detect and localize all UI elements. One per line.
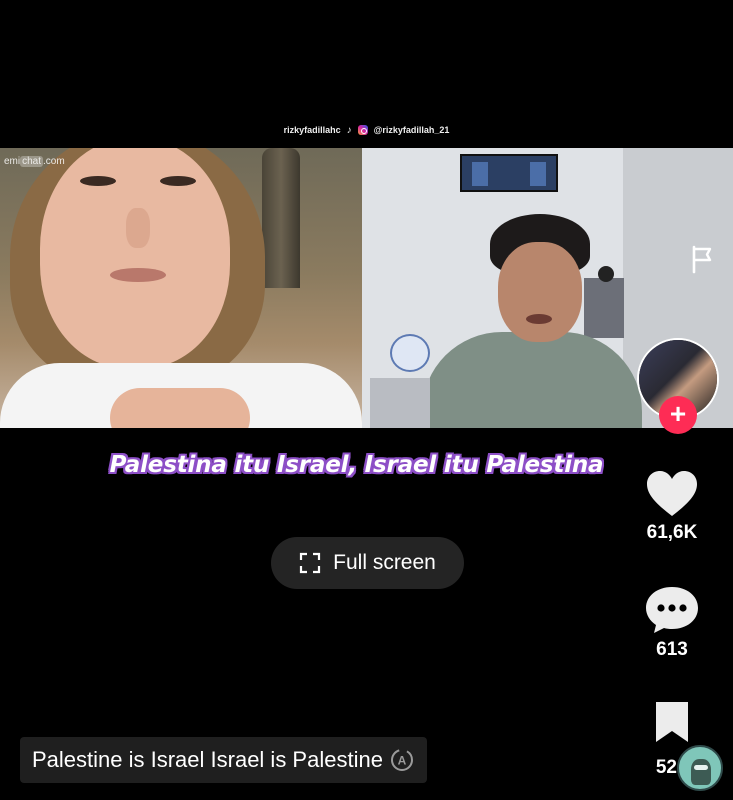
translated-caption-text: Palestine is Israel Israel is Palestine [32, 747, 383, 772]
fullscreen-label: Full screen [333, 551, 436, 574]
figurine [390, 334, 430, 372]
flag-icon [692, 245, 712, 274]
like-count: 61,6K [646, 522, 698, 543]
report-flag-button[interactable] [685, 242, 719, 276]
bookmark-icon [656, 702, 688, 742]
translate-icon[interactable]: A [389, 747, 415, 773]
eye [160, 176, 196, 186]
plus-icon: + [669, 398, 687, 429]
comment-count: 613 [656, 639, 688, 660]
fullscreen-button[interactable]: Full screen [271, 537, 464, 589]
comment-bubble-icon [646, 587, 698, 633]
mouth [110, 268, 166, 282]
boy-shirt [422, 332, 642, 428]
eye [80, 176, 116, 186]
tiktok-icon: ♪ [346, 124, 352, 136]
girl-face [40, 148, 230, 368]
video-player[interactable]: emi chat .com [0, 148, 733, 428]
boy-face [498, 242, 582, 342]
comment-button[interactable]: 613 [627, 585, 717, 661]
fullscreen-icon [300, 552, 321, 574]
shelf [584, 278, 624, 338]
site-logo-suffix: .com [43, 156, 65, 167]
translated-caption: Palestine is Israel Israel is Palestine … [20, 737, 427, 783]
video-pane-left: emi chat .com [0, 148, 362, 428]
tree-trunk [262, 148, 300, 288]
instagram-handle: @rizkyfadillah_21 [373, 125, 450, 135]
wall-poster [460, 154, 558, 192]
heart-icon [647, 471, 697, 516]
girl-hand [110, 388, 250, 428]
save-count: 52 [655, 757, 677, 778]
svg-text:A: A [398, 754, 407, 768]
like-button[interactable]: 61,6K [627, 470, 717, 544]
nose [126, 208, 150, 248]
save-button[interactable] [627, 700, 717, 744]
watermark-bar: rizkyfadillahc ♪ @rizkyfadillah_21 [0, 123, 733, 137]
mouth [526, 314, 552, 324]
lamp [598, 266, 614, 282]
side-table [370, 378, 430, 428]
music-disc[interactable] [677, 745, 723, 791]
instagram-icon [357, 125, 368, 135]
site-logo: emi chat .com [4, 156, 65, 167]
follow-button[interactable]: + [659, 396, 697, 434]
site-logo-prefix: emi [4, 156, 21, 167]
video-caption: Palestina itu Israel, Israel itu Palesti… [109, 452, 604, 478]
tiktok-handle: rizkyfadillahc [283, 125, 341, 135]
site-logo-box: chat [20, 156, 44, 167]
